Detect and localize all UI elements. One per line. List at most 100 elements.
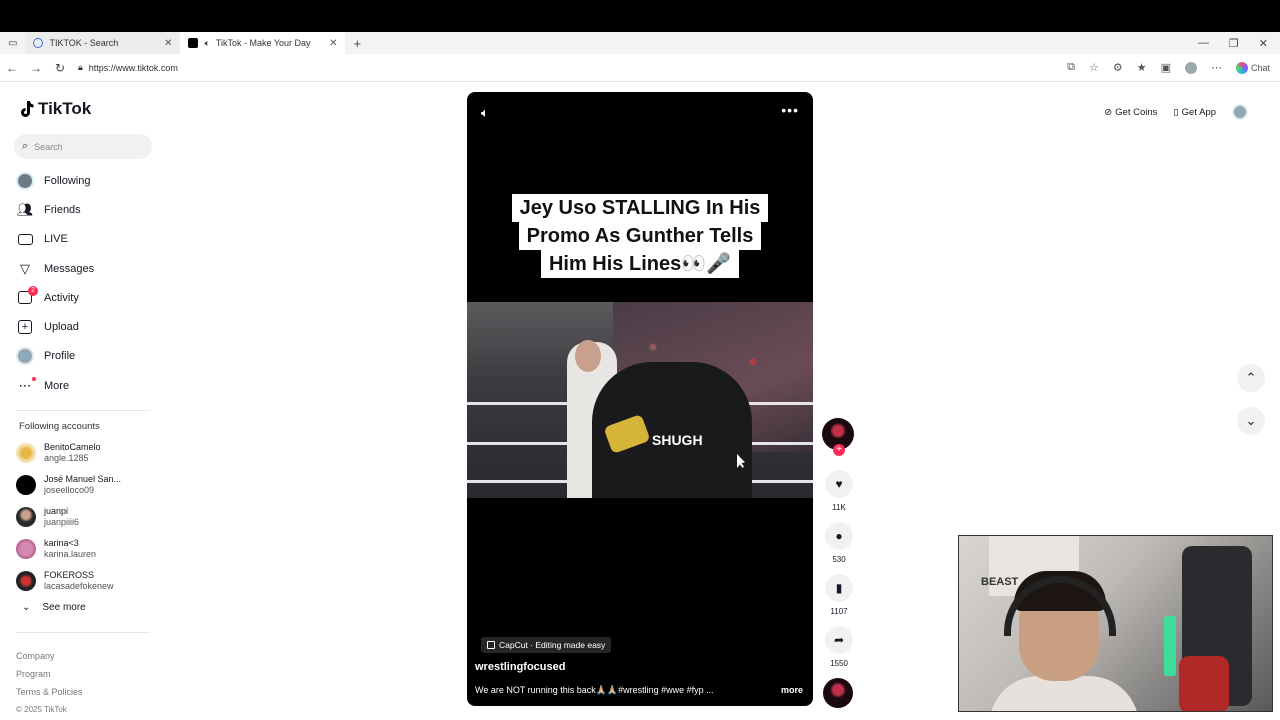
- like-button[interactable]: ♥ 11K: [822, 470, 856, 512]
- account-item[interactable]: karina<3 karina.lauren: [16, 533, 166, 565]
- upload-icon: +: [16, 318, 34, 336]
- collections-icon[interactable]: ▣: [1161, 61, 1171, 74]
- heart-icon: ♥: [825, 470, 853, 498]
- sidebar-divider: [16, 410, 150, 411]
- following-accounts-list: BenitoCamelo angle.1285 José Manuel San..…: [16, 437, 166, 597]
- caption-line: Jey Uso STALLING In His: [511, 194, 769, 222]
- creator-avatar[interactable]: +: [822, 418, 854, 456]
- account-item[interactable]: BenitoCamelo angle.1285: [16, 437, 166, 469]
- favorite-star-icon[interactable]: ☆: [1089, 61, 1099, 74]
- video-player[interactable]: 🔈︎ ••• Jey Uso STALLING In His Promo As …: [467, 92, 813, 706]
- following-avatar-icon: [16, 171, 34, 190]
- follow-plus-icon[interactable]: +: [833, 444, 845, 456]
- search-placeholder: Search: [34, 141, 63, 152]
- search-favicon-icon: [33, 38, 44, 48]
- get-coins-label: Get Coins: [1115, 106, 1158, 118]
- description-more-button[interactable]: more: [781, 685, 803, 695]
- nav-messages[interactable]: ▽ Messages: [16, 254, 166, 283]
- caption-line: Promo As Gunther Tells: [518, 222, 762, 250]
- like-count: 11K: [832, 503, 846, 512]
- sidebar-divider: [16, 632, 150, 633]
- nav-label: Profile: [44, 350, 76, 363]
- caption-line: Him His Lines👀🎤: [540, 250, 740, 278]
- restore-icon[interactable]: ❐: [1229, 37, 1239, 50]
- back-icon[interactable]: ←: [0, 61, 24, 75]
- rgb-light: [1164, 616, 1176, 676]
- close-tab-icon[interactable]: ✕: [164, 38, 172, 49]
- capcut-tag[interactable]: CapCut · Editing made easy: [481, 637, 612, 653]
- music-disc-avatar[interactable]: [823, 678, 853, 708]
- tab-title: TikTok - Make Your Day: [215, 38, 311, 48]
- previous-video-button[interactable]: ⌃: [1237, 364, 1265, 392]
- nav-following[interactable]: Following: [16, 166, 166, 195]
- capcut-label: CapCut · Editing made easy: [499, 640, 606, 650]
- following-accounts-title: Following accounts: [19, 421, 100, 432]
- video-options-icon[interactable]: •••: [781, 102, 799, 118]
- nav-profile[interactable]: Profile: [16, 342, 166, 371]
- account-item[interactable]: José Manuel San... joseelloco09: [16, 469, 166, 501]
- video-author[interactable]: wrestlingfocused: [475, 661, 565, 673]
- poster-text: BEAST: [981, 576, 1019, 588]
- tab-tiktok-home[interactable]: 🔈︎ TikTok - Make Your Day ✕: [180, 32, 346, 54]
- bookmark-icon: ▮: [825, 574, 853, 602]
- share-button[interactable]: ➦ 1550: [822, 626, 856, 668]
- close-tab-icon[interactable]: ✕: [329, 38, 337, 49]
- forward-icon[interactable]: →: [24, 61, 48, 75]
- favorites-icon[interactable]: ★: [1137, 61, 1147, 74]
- nav-upload[interactable]: + Upload: [16, 312, 166, 341]
- nav-live[interactable]: LIVE: [16, 225, 166, 254]
- menu-dots-icon[interactable]: ⋯: [1211, 61, 1222, 74]
- workspaces-icon[interactable]: ▭: [0, 38, 25, 49]
- coin-icon: ⊘: [1104, 106, 1113, 118]
- next-video-button[interactable]: ⌄: [1237, 407, 1265, 435]
- get-app-button[interactable]: ▯ Get App: [1173, 107, 1216, 118]
- phone-icon: ▯: [1173, 106, 1179, 118]
- volume-icon[interactable]: 🔈︎: [481, 105, 489, 121]
- nav-label: LIVE: [44, 233, 68, 246]
- chevron-down-icon: ⌄: [1245, 413, 1257, 428]
- account-username: angle.1285: [44, 453, 89, 463]
- account-item[interactable]: juanpi juanpiiii6: [16, 501, 166, 533]
- live-icon: [16, 230, 34, 248]
- account-username: juanpiiii6: [44, 517, 80, 527]
- footer-terms-link[interactable]: Terms & Policies: [16, 683, 83, 701]
- minimize-icon[interactable]: —: [1198, 37, 1209, 50]
- search-icon: ⌕: [22, 140, 29, 152]
- nav-friends[interactable]: 👥︎ Friends: [16, 195, 166, 224]
- activity-icon: 2: [16, 285, 38, 307]
- tiktok-logo[interactable]: TikTok: [18, 99, 91, 119]
- profile-icon[interactable]: [1184, 61, 1197, 74]
- app-available-icon[interactable]: ⧉: [1067, 61, 1075, 74]
- nav-activity[interactable]: 2 Activity: [16, 283, 166, 312]
- tiktok-note-icon: [18, 100, 34, 118]
- save-button[interactable]: ▮ 1107: [822, 574, 856, 616]
- close-window-icon[interactable]: ✕: [1259, 37, 1268, 50]
- footer-company-link[interactable]: Company: [16, 647, 83, 665]
- refresh-icon[interactable]: ↻: [48, 61, 72, 75]
- copilot-chat-button[interactable]: Chat: [1235, 61, 1270, 74]
- extensions-icon[interactable]: ⚙: [1113, 61, 1123, 74]
- get-coins-button[interactable]: ⊘ Get Coins: [1104, 107, 1157, 118]
- tab-tiktok-search[interactable]: TIKTOK - Search ✕: [25, 32, 181, 54]
- tab-title: TIKTOK - Search: [49, 38, 119, 48]
- account-name: BenitoCamelo: [44, 442, 101, 452]
- comment-button[interactable]: ● 530: [822, 522, 856, 564]
- window-titlebar: [0, 0, 1280, 32]
- account-item[interactable]: FOKEROSS lacasadefokenew: [16, 565, 166, 597]
- audio-playing-icon[interactable]: 🔈︎: [204, 38, 209, 49]
- nav-label: More: [44, 379, 70, 392]
- search-input[interactable]: ⌕ Search: [14, 134, 152, 159]
- account-avatar: [16, 539, 36, 559]
- url-field[interactable]: 🔒︎ https://www.tiktok.com: [78, 62, 178, 73]
- video-actions: + ♥ 11K ● 530 ▮ 1107 ➦ 1550: [822, 418, 856, 708]
- user-avatar[interactable]: [1232, 104, 1248, 120]
- nav-more[interactable]: ⋯ More: [16, 371, 166, 400]
- footer-program-link[interactable]: Program: [16, 665, 83, 683]
- new-tab-icon[interactable]: +: [345, 36, 369, 51]
- lock-icon: 🔒︎: [78, 62, 83, 72]
- wrestler-head: [575, 340, 601, 372]
- sidebar-footer: Company Program Terms & Policies © 2025 …: [16, 647, 83, 719]
- see-more-button[interactable]: ⌄ See more: [22, 602, 86, 613]
- nav-label: Friends: [44, 203, 81, 216]
- sidebar: TikTok ⌕ Search Following 👥︎ Friends LIV…: [0, 82, 170, 720]
